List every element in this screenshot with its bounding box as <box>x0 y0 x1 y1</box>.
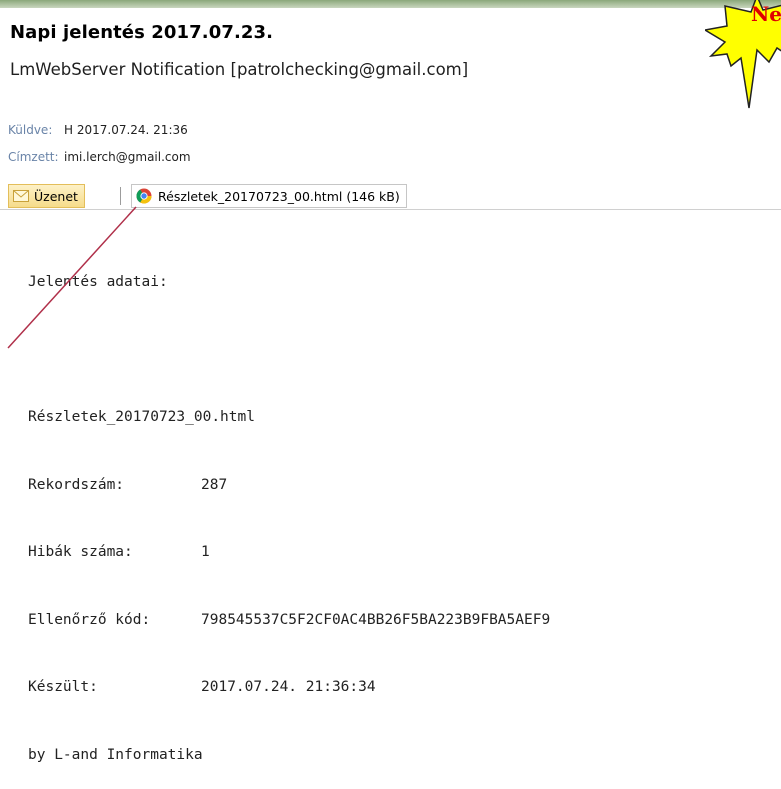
body-blank <box>28 339 550 362</box>
to-value[interactable]: imi.lerch@gmail.com <box>64 150 191 164</box>
message-tab-label: Üzenet <box>34 188 78 204</box>
row-value: 1 <box>201 544 210 560</box>
sent-label: Küldve: <box>8 123 53 137</box>
to-label: Címzett: <box>8 150 59 164</box>
row-value: 798545537C5F2CF0AC4BB26F5BA223B9FBA5AEF9 <box>201 611 551 628</box>
message-tab[interactable]: Üzenet <box>8 184 85 208</box>
window-top-strip <box>0 0 781 8</box>
body-heading: Jelentés adatai: <box>28 274 168 290</box>
email-subject: Napi jelentés 2017.07.23. <box>10 22 274 43</box>
attachment-file[interactable]: Részletek_20170723_00.html (146 kB) <box>131 184 407 208</box>
body-filename: Részletek_20170723_00.html <box>28 409 255 425</box>
email-body: Jelentés adatai: Részletek_20170723_00.h… <box>28 226 550 789</box>
row-value: 287 <box>201 476 228 493</box>
row-key: Ellenőrző kód: <box>28 611 151 628</box>
sent-value: H 2017.07.24. 21:36 <box>64 123 188 137</box>
tab-separator <box>120 187 121 205</box>
row-error-count: Hibák száma: 1 <box>28 541 550 564</box>
sent-row: Küldve: H 2017.07.24. 21:36 <box>8 123 188 137</box>
body-footer: by L-and Informatika <box>28 746 203 763</box>
callout-text: Ne <box>751 2 781 26</box>
row-key: Rekordszám: <box>28 476 125 493</box>
row-value: 2017.07.24. 21:36:34 <box>201 679 376 695</box>
row-created: Készült: 2017.07.24. 21:36:34 <box>28 676 550 699</box>
envelope-icon <box>13 190 29 202</box>
row-checksum: Ellenőrző kód: 798545537C5F2CF0AC4BB26F5B… <box>28 609 550 632</box>
row-record-count: Rekordszám: 287 <box>28 474 550 497</box>
email-sender[interactable]: LmWebServer Notification [patrolchecking… <box>10 60 468 79</box>
row-key: Hibák száma: <box>28 544 133 560</box>
attachment-file-label: Részletek_20170723_00.html (146 kB) <box>158 188 400 204</box>
chrome-icon <box>136 188 152 204</box>
attachment-bar: Üzenet Részletek_20170723_00.html (146 k… <box>0 183 781 210</box>
row-key: Készült: <box>28 679 98 695</box>
to-row: Címzett: imi.lerch@gmail.com <box>8 150 191 164</box>
